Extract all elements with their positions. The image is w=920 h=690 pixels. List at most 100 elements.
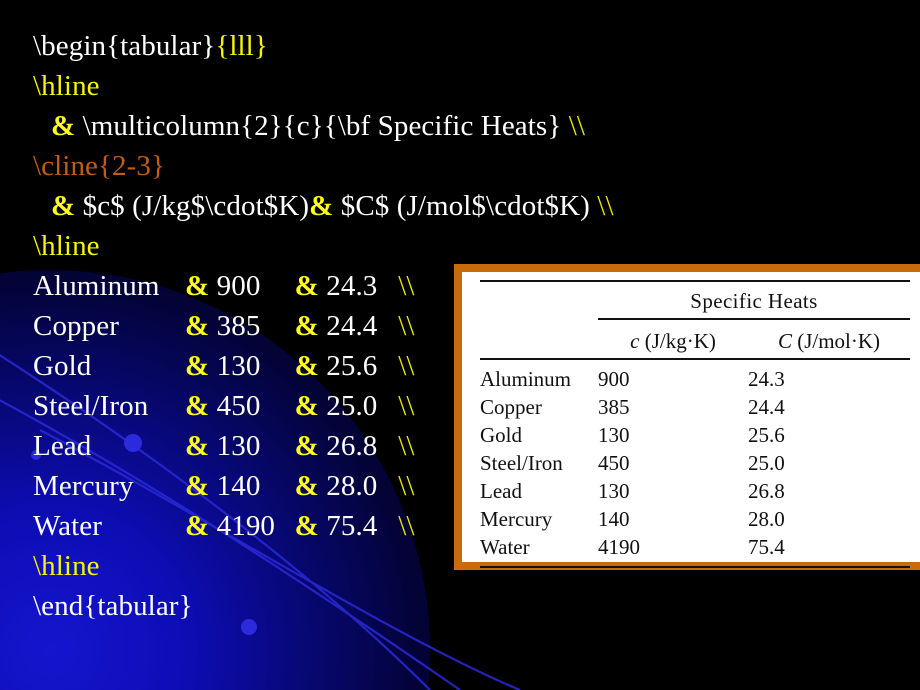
table-row: Copper 385 24.4 [480,393,910,421]
code-line-footer_lines-f2: \end{tabular} [0,586,460,626]
code-line-data-row: Aluminum & 900 & 24.3 \\ [0,266,460,306]
code-token: \begin{tabular} [33,30,216,62]
table-multicolumn-header-row: Specific Heats [480,287,910,319]
code-value-c: 130 [216,430,261,462]
cell-specific-heat-mass: 140 [598,507,630,531]
code-ampersand: & [294,510,319,542]
cell-substance: Aluminum [480,367,572,391]
code-token: \hline [33,230,100,262]
code-token: \\ [597,190,614,222]
rendered-table-card: Specific Heats c (J/kg·K) C (J/mol·K) Al… [454,264,920,573]
code-line-data-row: Copper & 385 & 24.4 \\ [0,306,460,346]
code-value-c: 4190 [216,510,276,542]
code-value-C: 24.4 [326,310,378,342]
code-value-c: 900 [216,270,261,302]
cell-substance: Gold [480,423,522,447]
cell-specific-heat-molar: 28.0 [748,507,785,531]
code-substance-name: Gold [33,350,92,382]
units-c: (J/kg·K) [639,329,716,353]
unit-header-empty [480,324,598,359]
code-line-lines-l5: & $c$ (J/kg$\cdot$K)& $C$ (J/mol$\cdot$K… [0,186,614,226]
code-line-data-row: Mercury & 140 & 28.0 \\ [0,466,460,506]
code-token: $c$ (J/kg$\cdot$K) [75,190,310,222]
code-value-C: 25.0 [326,390,378,422]
code-ampersand: & [185,270,210,302]
table-row: Mercury 140 28.0 [480,505,910,533]
cell-specific-heat-mass: 130 [598,423,630,447]
cell-specific-heat-mass: 4190 [598,535,640,559]
code-token: \multicolumn{2}{c}{\bf Specific Heats} [75,110,569,142]
code-row-terminator: \\ [398,470,415,502]
table-body: Aluminum 900 24.3 Copper 385 24.4 Gold 130 25.6 S… [480,365,910,561]
code-ampersand: & [185,510,210,542]
code-token: & [309,190,334,222]
code-substance-name: Water [33,510,103,542]
code-line-lines-l4: \cline{2-3} [0,146,460,186]
code-line-lines-l3: & \multicolumn{2}{c}{\bf Specific Heats}… [0,106,585,146]
cell-specific-heat-mass: 130 [598,479,630,503]
code-line-lines-l1: \begin{tabular}{lll} [0,26,460,66]
code-token: \cline{2-3} [33,150,166,182]
code-token: \\ [568,110,586,142]
code-value-C: 24.3 [326,270,378,302]
code-value-c: 130 [216,350,261,382]
code-ampersand: & [294,350,319,382]
code-substance-name: Aluminum [33,270,160,302]
cell-substance: Mercury [480,507,553,531]
code-row-terminator: \\ [398,270,415,302]
table-row: Aluminum 900 24.3 [480,365,910,393]
code-token: \hline [33,550,100,582]
cell-specific-heat-molar: 25.6 [748,423,785,447]
table-row: Steel/Iron 450 25.0 [480,449,910,477]
cell-specific-heat-molar: 25.0 [748,451,785,475]
symbol-C-capital: C [777,329,792,353]
unit-header-c: c (J/kg·K) [598,324,748,359]
code-value-c: 385 [216,310,261,342]
code-token: $C$ (J/mol$\cdot$K) [333,190,598,222]
latex-source-listing: \begin{tabular}{lll} \hline & \multicolumn… [0,0,614,626]
code-token: \end{tabular} [33,590,193,622]
code-substance-name: Mercury [33,470,134,502]
code-row-terminator: \\ [398,430,415,462]
code-ampersand: & [185,430,210,462]
code-ampersand: & [294,270,319,302]
code-ampersand: & [294,390,319,422]
code-token: \hline [33,70,100,102]
cell-substance: Water [480,535,530,559]
code-ampersand: & [294,310,319,342]
cell-specific-heat-mass: 450 [598,451,630,475]
table-rule-bottom [480,566,910,573]
code-value-C: 26.8 [326,430,378,462]
cell-specific-heat-molar: 24.3 [748,367,785,391]
code-line-data-row: Lead & 130 & 26.8 \\ [0,426,460,466]
code-token: & [51,110,76,142]
code-value-C: 25.6 [326,350,378,382]
cell-substance: Steel/Iron [480,451,563,475]
code-ampersand: & [185,310,210,342]
code-row-terminator: \\ [398,510,415,542]
table-row: Lead 130 26.8 [480,477,910,505]
code-ampersand: & [294,470,319,502]
table-row: Water 4190 75.4 [480,533,910,561]
code-value-c: 450 [216,390,261,422]
code-ampersand: & [185,390,210,422]
cell-substance: Lead [480,479,522,503]
code-line-data-row: Water & 4190 & 75.4 \\ [0,506,460,546]
code-substance-name: Steel/Iron [33,390,149,422]
code-line-lines-l6: \hline [0,226,460,266]
code-row-terminator: \\ [398,310,415,342]
units-C-capital: (J/mol·K) [791,329,881,353]
cell-specific-heat-mass: 385 [598,395,630,419]
code-value-c: 140 [216,470,261,502]
code-row-terminator: \\ [398,350,415,382]
code-token: {lll} [215,30,268,62]
empty-corner-cell [480,287,598,319]
code-line-data-row: Steel/Iron & 450 & 25.0 \\ [0,386,460,426]
code-ampersand: & [294,430,319,462]
code-substance-name: Copper [33,310,119,342]
code-value-C: 75.4 [326,510,378,542]
code-substance-name: Lead [33,430,92,462]
code-ampersand: & [185,350,210,382]
unit-header-C: C (J/mol·K) [748,324,910,359]
code-line-lines-l2: \hline [0,66,460,106]
